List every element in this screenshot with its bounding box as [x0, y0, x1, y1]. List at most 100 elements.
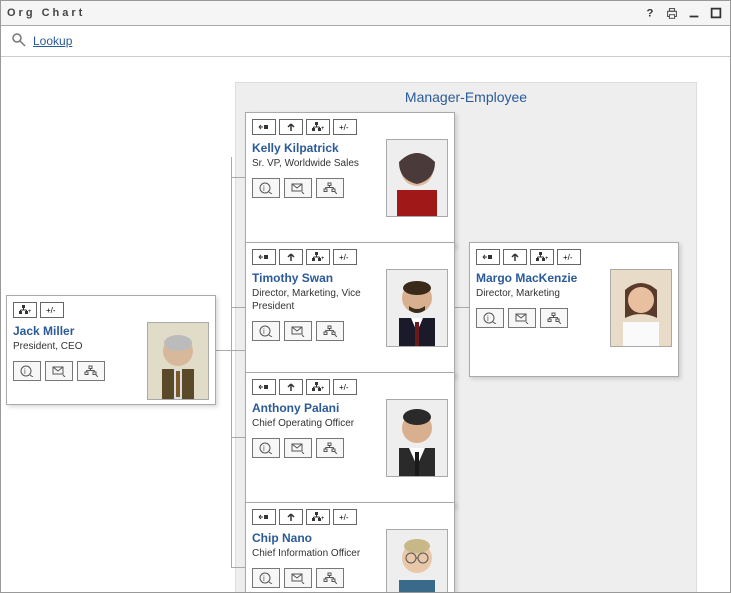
person-name[interactable]: Timothy Swan: [252, 271, 380, 285]
nav-left-icon[interactable]: [252, 509, 276, 525]
person-title: Director, Marketing, Vice President: [252, 287, 380, 313]
connector: [231, 437, 245, 438]
nav-hierarchy-icon[interactable]: +: [306, 509, 330, 525]
card-employee: + +/- Timothy Swan Director, Marketing, …: [245, 242, 455, 377]
info-button[interactable]: i: [252, 568, 280, 588]
nav-left-icon[interactable]: [252, 379, 276, 395]
person-photo: [386, 139, 448, 217]
toolbar: Lookup: [1, 26, 730, 57]
hierarchy-button[interactable]: [316, 178, 344, 198]
hierarchy-button[interactable]: [77, 361, 105, 381]
nav-up-icon[interactable]: [279, 379, 303, 395]
svg-text:+: +: [28, 309, 31, 315]
person-photo: [386, 399, 448, 477]
expand-collapse-icon[interactable]: +/-: [40, 302, 64, 318]
svg-text:i: i: [487, 314, 489, 323]
card-employee: + +/- Anthony Palani Chief Operating Off…: [245, 372, 455, 507]
nav-left-icon[interactable]: [476, 249, 500, 265]
email-button[interactable]: [284, 438, 312, 458]
org-chart-window: Org Chart ? Lookup Manager-Employee: [0, 0, 731, 593]
titlebar: Org Chart ?: [1, 1, 730, 26]
svg-text:?: ?: [647, 8, 657, 20]
nav-hierarchy-icon[interactable]: +: [306, 249, 330, 265]
email-button[interactable]: [45, 361, 73, 381]
print-button[interactable]: [664, 5, 680, 21]
person-name[interactable]: Jack Miller: [13, 324, 141, 338]
person-photo: [147, 322, 209, 400]
minimize-button[interactable]: [686, 5, 702, 21]
expand-collapse-icon[interactable]: +/-: [333, 379, 357, 395]
svg-text:+: +: [321, 386, 324, 392]
svg-text:i: i: [263, 184, 265, 193]
person-title: Director, Marketing: [476, 287, 604, 300]
connector: [455, 307, 469, 308]
person-title: Chief Operating Officer: [252, 417, 380, 430]
person-name[interactable]: Margo MacKenzie: [476, 271, 604, 285]
info-button[interactable]: i: [13, 361, 41, 381]
nav-left-icon[interactable]: [252, 119, 276, 135]
nav-hierarchy-icon[interactable]: +: [306, 119, 330, 135]
hierarchy-button[interactable]: [316, 568, 344, 588]
person-title: President, CEO: [13, 340, 141, 353]
card-manager: + +/- Jack Miller President, CEO i: [6, 295, 216, 405]
connector: [231, 177, 245, 178]
svg-text:+: +: [321, 256, 324, 262]
svg-text:+/-: +/-: [339, 513, 349, 522]
person-photo: [386, 529, 448, 592]
nav-up-icon[interactable]: [279, 509, 303, 525]
person-title: Chief Information Officer: [252, 547, 380, 560]
connector: [231, 567, 245, 568]
card-employee: + +/- Kelly Kilpatrick Sr. VP, Worldwide…: [245, 112, 455, 247]
expand-collapse-icon[interactable]: +/-: [333, 249, 357, 265]
nav-left-icon[interactable]: [252, 249, 276, 265]
nav-hierarchy-icon[interactable]: +: [530, 249, 554, 265]
svg-text:+/-: +/-: [339, 253, 349, 262]
nav-up-icon[interactable]: [279, 119, 303, 135]
email-button[interactable]: [284, 178, 312, 198]
person-photo: [610, 269, 672, 347]
svg-text:+/-: +/-: [563, 253, 573, 262]
expand-collapse-icon[interactable]: +/-: [333, 119, 357, 135]
email-button[interactable]: [284, 321, 312, 341]
nav-up-icon[interactable]: [503, 249, 527, 265]
nav-hierarchy-icon[interactable]: +: [306, 379, 330, 395]
info-button[interactable]: i: [252, 438, 280, 458]
window-title: Org Chart: [7, 7, 85, 19]
connector: [231, 157, 232, 567]
expand-collapse-icon[interactable]: +/-: [333, 509, 357, 525]
person-title: Sr. VP, Worldwide Sales: [252, 157, 380, 170]
panel-title: Manager-Employee: [236, 83, 696, 111]
nav-hierarchy-icon[interactable]: +: [13, 302, 37, 318]
person-photo: [386, 269, 448, 347]
nav-up-icon[interactable]: [279, 249, 303, 265]
hierarchy-button[interactable]: [540, 308, 568, 328]
info-button[interactable]: i: [252, 321, 280, 341]
expand-collapse-icon[interactable]: +/-: [557, 249, 581, 265]
hierarchy-button[interactable]: [316, 438, 344, 458]
card-employee: + +/- Margo MacKenzie Director, Marketin…: [469, 242, 679, 377]
info-button[interactable]: i: [252, 178, 280, 198]
hierarchy-button[interactable]: [316, 321, 344, 341]
maximize-button[interactable]: [708, 5, 724, 21]
svg-text:+: +: [321, 516, 324, 522]
svg-text:+/-: +/-: [339, 383, 349, 392]
svg-text:+/-: +/-: [46, 306, 56, 315]
svg-text:i: i: [263, 444, 265, 453]
svg-text:i: i: [24, 367, 26, 376]
card-employee: + +/- Chip Nano Chief Information Office…: [245, 502, 455, 592]
email-button[interactable]: [508, 308, 536, 328]
svg-text:i: i: [263, 327, 265, 336]
person-name[interactable]: Anthony Palani: [252, 401, 380, 415]
person-name[interactable]: Chip Nano: [252, 531, 380, 545]
lookup-link[interactable]: Lookup: [33, 34, 72, 48]
svg-text:+: +: [321, 126, 324, 132]
help-button[interactable]: ?: [642, 5, 658, 21]
svg-text:+/-: +/-: [339, 123, 349, 132]
chart-canvas: Manager-Employee + +/- Jack Miller Presi…: [1, 57, 730, 592]
connector: [231, 307, 245, 308]
info-button[interactable]: i: [476, 308, 504, 328]
svg-text:i: i: [263, 574, 265, 583]
person-name[interactable]: Kelly Kilpatrick: [252, 141, 380, 155]
svg-text:+: +: [545, 256, 548, 262]
email-button[interactable]: [284, 568, 312, 588]
